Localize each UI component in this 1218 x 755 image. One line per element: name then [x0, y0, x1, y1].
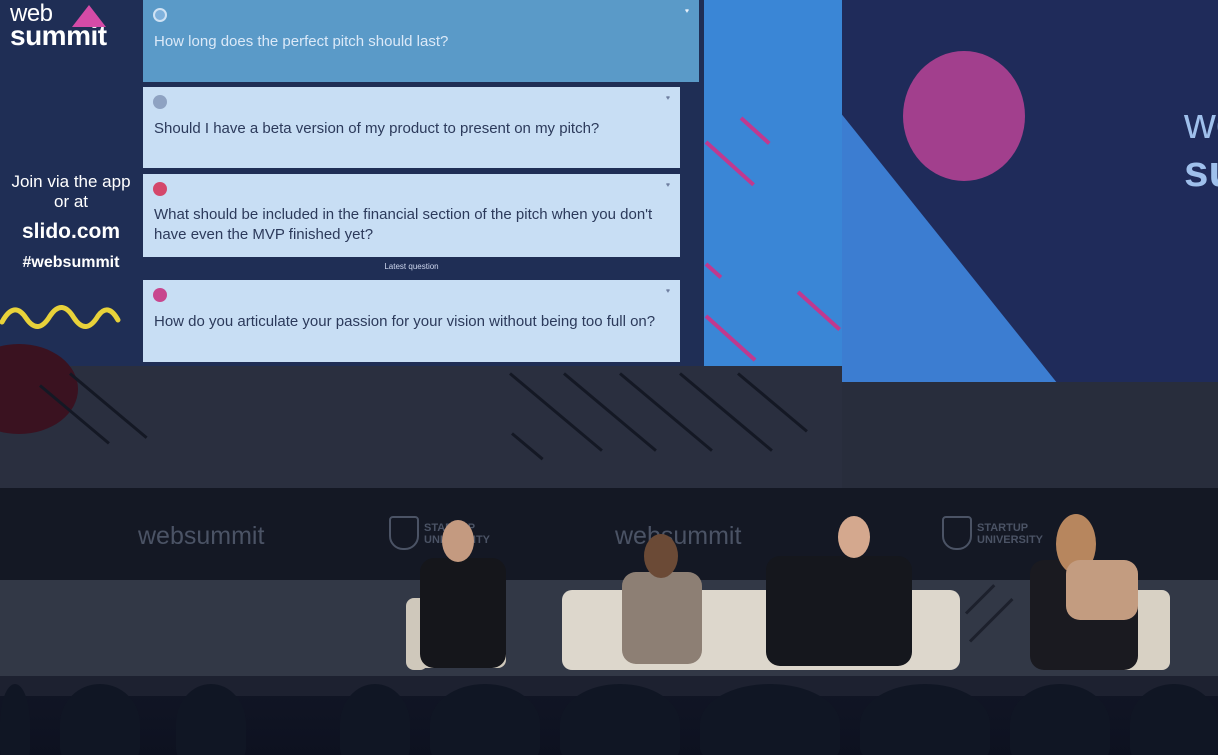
avatar-icon	[153, 182, 167, 196]
avatar-icon	[153, 288, 167, 302]
panelist-1	[420, 558, 506, 668]
join-instructions: Join via the app or at slido.com #websum…	[0, 172, 142, 272]
shield-icon	[389, 516, 419, 550]
light-blue-triangle	[842, 114, 1057, 382]
join-line-2: or at	[53, 192, 89, 211]
question-card: ♥ How long does the perfect pitch should…	[143, 0, 699, 82]
audience-head	[60, 684, 140, 755]
magenta-circle	[903, 51, 1025, 181]
banner-logo: websummit	[138, 522, 265, 550]
question-card: ♥ What should be included in the financi…	[143, 174, 680, 257]
web-summit-logo: web summit	[10, 2, 107, 50]
side-brand-line-1: we	[1184, 99, 1218, 148]
audience-head	[860, 684, 990, 755]
question-text: How do you articulate your passion for y…	[154, 313, 656, 330]
slido-presentation-screen: web summit Join via the app or at slido.…	[0, 0, 842, 366]
banner-logo: websummit	[615, 522, 742, 550]
audience-head	[1130, 684, 1218, 755]
question-likes: ♥	[665, 182, 670, 189]
panelist-3	[766, 556, 912, 666]
question-card: ♥ How do you articulate your passion for…	[143, 280, 680, 362]
question-likes: ♥	[665, 95, 670, 102]
question-author	[153, 288, 167, 302]
banner-logo: STARTUP UNIVERSITY	[977, 522, 1044, 546]
question-likes: ♥	[665, 288, 670, 295]
conference-stage-photo: web summit Join via the app or at slido.…	[0, 0, 1218, 755]
yellow-wave-decoration	[0, 305, 121, 329]
screen-backdrop	[0, 366, 842, 488]
screen-backdrop-right	[842, 382, 1218, 488]
join-hashtag: #websummit	[22, 254, 120, 271]
audience-head	[340, 684, 410, 755]
question-text: Should I have a beta version of my produ…	[154, 120, 600, 137]
question-likes: ♥	[684, 8, 689, 15]
panelist-1-head	[442, 520, 474, 562]
panelist-3-head	[838, 516, 870, 558]
audience-head	[430, 684, 540, 755]
panelist-2-head	[644, 534, 678, 578]
side-brand-text: we su	[1184, 100, 1218, 196]
question-text: How long does the perfect pitch should l…	[154, 33, 449, 50]
moderator-top	[1066, 560, 1138, 620]
shield-icon	[942, 516, 972, 550]
audience-head	[176, 684, 246, 755]
question-author	[153, 95, 167, 109]
question-author	[153, 182, 167, 196]
question-card: ♥ Should I have a beta version of my pro…	[143, 87, 680, 168]
audience-head	[1010, 684, 1110, 755]
question-text: What should be included in the financial…	[154, 206, 653, 243]
panelist-2	[622, 572, 702, 664]
logo-triangle-icon	[72, 5, 106, 27]
join-line-1: Join via the app	[11, 172, 131, 191]
question-author	[153, 8, 167, 22]
audience-head	[0, 684, 30, 755]
avatar-icon	[153, 8, 167, 22]
join-site: slido.com	[21, 220, 121, 243]
avatar-icon	[153, 95, 167, 109]
side-brand-line-2: su	[1184, 147, 1218, 196]
latest-question-label: Latest question	[384, 262, 439, 271]
audience-head	[560, 684, 680, 755]
right-screen: we su	[842, 0, 1218, 382]
audience-head	[700, 684, 840, 755]
